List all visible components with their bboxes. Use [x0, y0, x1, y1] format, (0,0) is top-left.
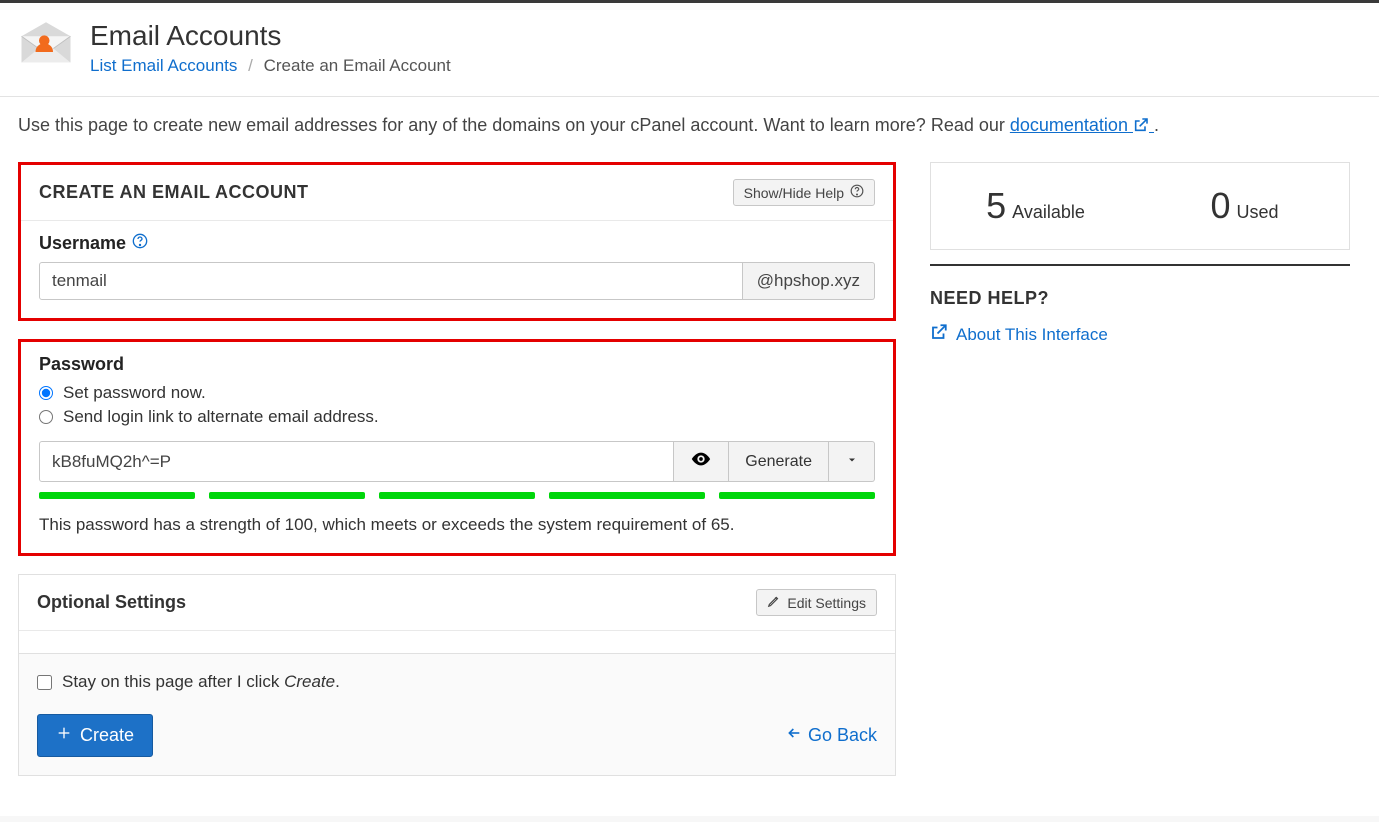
optional-settings-section: Optional Settings Edit Settings: [18, 574, 896, 654]
breadcrumb-list-email-accounts[interactable]: List Email Accounts: [90, 56, 237, 75]
password-label: Password: [39, 354, 124, 375]
toggle-password-visibility-button[interactable]: [674, 441, 729, 482]
question-circle-icon: [850, 184, 864, 201]
external-link-icon: [1133, 117, 1149, 138]
stat-available: 5 Available: [931, 163, 1140, 249]
create-account-section: CREATE AN EMAIL ACCOUNT Show/Hide Help U…: [18, 162, 896, 321]
set-password-now-option[interactable]: Set password now.: [39, 383, 875, 403]
arrow-left-icon: [786, 725, 802, 746]
create-section-title: CREATE AN EMAIL ACCOUNT: [39, 182, 309, 203]
pencil-icon: [767, 594, 781, 611]
stay-on-page-checkbox[interactable]: [37, 675, 52, 690]
password-strength-meter: [39, 492, 875, 499]
external-link-icon: [930, 323, 948, 346]
documentation-link[interactable]: documentation: [1010, 115, 1154, 135]
domain-addon[interactable]: @hpshop.xyz: [743, 262, 875, 300]
need-help-title: NEED HELP?: [930, 288, 1350, 309]
username-input[interactable]: [39, 262, 743, 300]
page-header: Email Accounts List Email Accounts / Cre…: [0, 3, 1379, 86]
caret-down-icon: [846, 453, 858, 471]
generate-dropdown-button[interactable]: [829, 441, 875, 482]
intro-text: Use this page to create new email addres…: [0, 97, 1379, 138]
username-help-icon[interactable]: [132, 233, 148, 254]
about-interface-link[interactable]: About This Interface: [930, 323, 1108, 346]
send-login-link-option[interactable]: Send login link to alternate email addre…: [39, 407, 875, 427]
plus-icon: [56, 725, 72, 746]
stat-used: 0 Used: [1140, 163, 1349, 249]
usage-stats: 5 Available 0 Used: [930, 162, 1350, 250]
breadcrumb-current: Create an Email Account: [264, 56, 451, 75]
password-strength-message: This password has a strength of 100, whi…: [39, 515, 875, 535]
password-section: Password Set password now. Send login li…: [18, 339, 896, 556]
breadcrumb: List Email Accounts / Create an Email Ac…: [90, 56, 451, 76]
stay-on-page-option[interactable]: Stay on this page after I click Create.: [37, 672, 877, 692]
create-button[interactable]: Create: [37, 714, 153, 757]
breadcrumb-separator: /: [248, 56, 253, 75]
send-login-link-radio[interactable]: [39, 410, 53, 424]
go-back-link[interactable]: Go Back: [786, 725, 877, 746]
footer-panel: Stay on this page after I click Create. …: [18, 654, 896, 776]
eye-icon: [690, 448, 712, 475]
username-label: Username: [39, 233, 126, 254]
password-input[interactable]: [39, 441, 674, 482]
email-accounts-icon: [18, 17, 74, 78]
show-hide-help-button[interactable]: Show/Hide Help: [733, 179, 875, 206]
optional-settings-title: Optional Settings: [37, 592, 186, 613]
page-title: Email Accounts: [90, 20, 451, 52]
edit-settings-button[interactable]: Edit Settings: [756, 589, 877, 616]
set-password-now-radio[interactable]: [39, 386, 53, 400]
generate-password-button[interactable]: Generate: [729, 441, 829, 482]
